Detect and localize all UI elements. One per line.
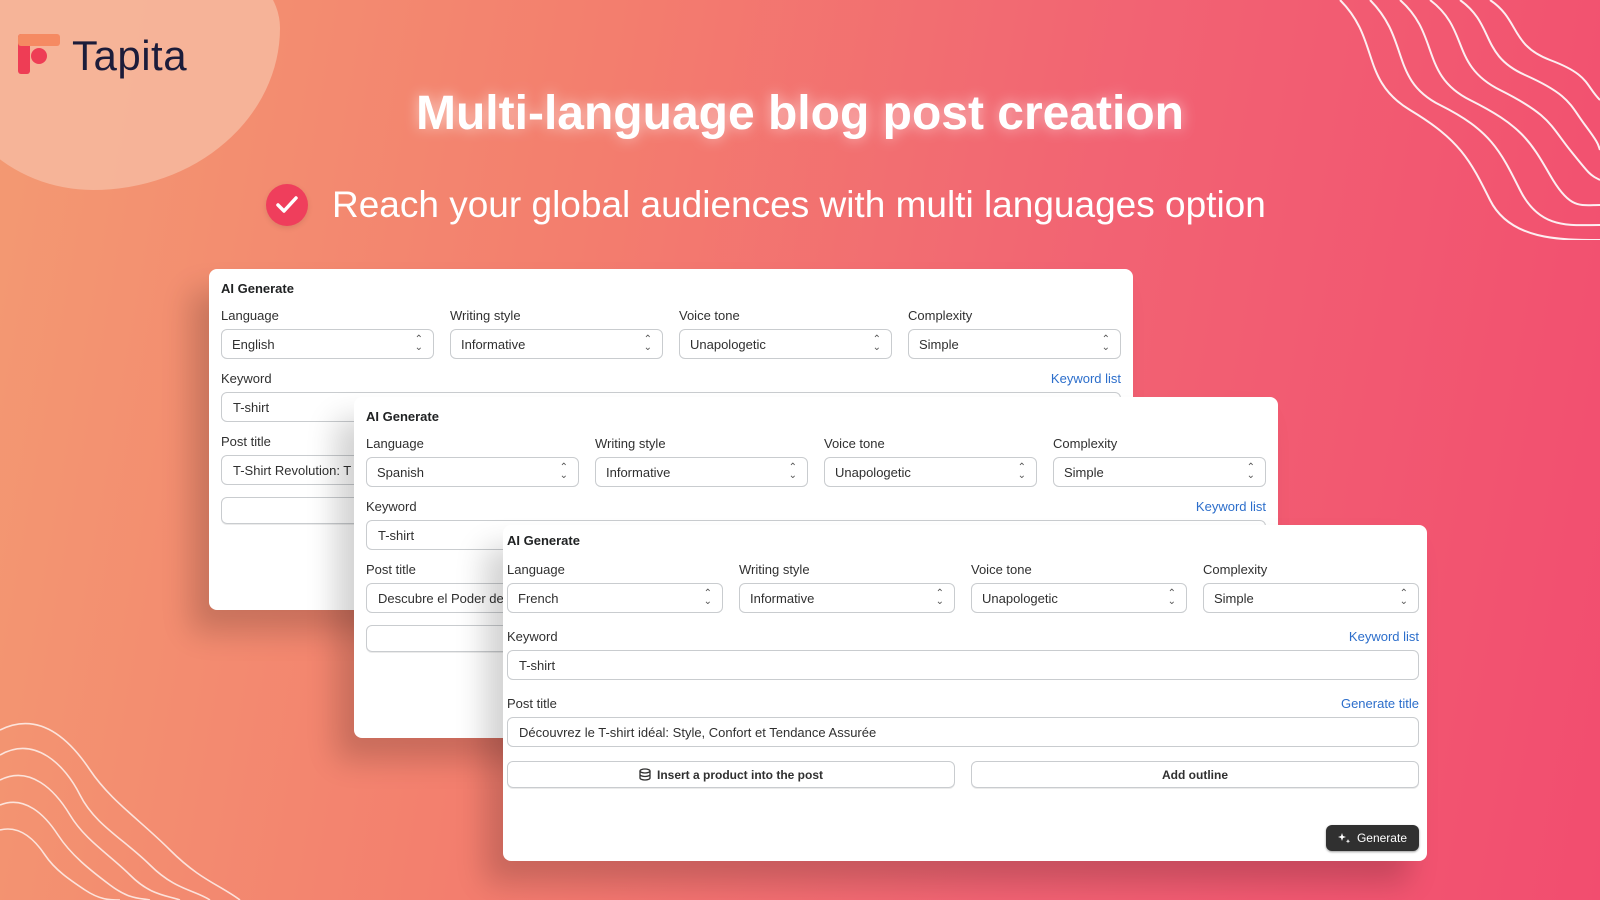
card-title: AI Generate [366,409,439,424]
brand-logo: Tapita [18,32,187,80]
chevron-updown-icon: ⌃ ⌄ [872,334,881,353]
voice-tone-select[interactable]: Unapologetic ⌃ ⌄ [824,457,1037,487]
feature-text: Reach your global audiences with multi l… [332,184,1266,225]
voice-tone-select[interactable]: Unapologetic ⌃ ⌄ [679,329,892,359]
tapita-logo-icon [18,34,60,74]
writing-style-label: Writing style [739,562,810,577]
writing-style-select[interactable]: Informative ⌃ ⌄ [595,457,808,487]
voice-tone-label: Voice tone [971,562,1032,577]
complexity-select[interactable]: Simple ⌃ ⌄ [908,329,1121,359]
language-label: Language [507,562,565,577]
language-label: Language [221,308,279,323]
chevron-updown-icon: ⌃ ⌄ [935,588,944,607]
generate-title-link[interactable]: Generate title [1341,696,1419,711]
chevron-updown-icon: ⌃ ⌄ [1101,334,1110,353]
language-select[interactable]: English ⌃ ⌄ [221,329,434,359]
card-title: AI Generate [221,281,294,296]
language-select[interactable]: French ⌃ ⌄ [507,583,723,613]
voice-tone-label: Voice tone [679,308,740,323]
chevron-updown-icon: ⌃ ⌄ [703,588,712,607]
complexity-select[interactable]: Simple ⌃ ⌄ [1203,583,1419,613]
voice-tone-select[interactable]: Unapologetic ⌃ ⌄ [971,583,1187,613]
database-icon [639,768,651,781]
keyword-list-link[interactable]: Keyword list [1196,499,1266,514]
generate-button[interactable]: Generate [1325,825,1419,851]
keyword-label-row: Keyword Keyword list [221,371,1121,386]
brand-name: Tapita [72,32,188,79]
keyword-list-link[interactable]: Keyword list [1349,629,1419,644]
add-outline-label: Add outline [1162,767,1228,782]
decorative-waves-bottom-left [0,722,241,900]
chevron-updown-icon: ⌃ ⌄ [788,462,797,481]
insert-product-button[interactable]: Insert a product into the post [507,761,955,788]
complexity-label: Complexity [1203,562,1268,577]
complexity-select[interactable]: Simple ⌃ ⌄ [1053,457,1266,487]
card-title: AI Generate [507,533,580,548]
add-outline-button[interactable]: Add outline [971,761,1419,788]
chevron-updown-icon: ⌃ ⌄ [1017,462,1026,481]
voice-tone-label: Voice tone [824,436,885,451]
generate-label: Generate [1356,831,1407,845]
page-headline: Multi-language blog post creation [416,87,1184,140]
complexity-label: Complexity [908,308,973,323]
checkmark-icon [266,184,308,226]
keyword-input[interactable]: T-shirt [507,650,1419,680]
sparkle-icon [1337,832,1351,843]
keyword-label-row: Keyword Keyword list [366,499,1266,514]
chevron-updown-icon: ⌃ ⌄ [559,462,568,481]
chevron-updown-icon: ⌃ ⌄ [1167,588,1176,607]
ai-generate-card-french: AI Generate Language French ⌃ ⌄ Writing st… [503,525,1427,861]
feature-line: Reach your global audiences with multi l… [266,184,1266,226]
writing-style-label: Writing style [595,436,666,451]
keyword-label-row: Keyword Keyword list [507,629,1419,644]
chevron-updown-icon: ⌃ ⌄ [414,334,423,353]
complexity-label: Complexity [1053,436,1118,451]
chevron-updown-icon: ⌃ ⌄ [643,334,652,353]
language-select[interactable]: Spanish ⌃ ⌄ [366,457,579,487]
chevron-updown-icon: ⌃ ⌄ [1246,462,1255,481]
insert-product-label: Insert a product into the post [656,767,823,782]
post-title-label-row: Post title Generate title [507,696,1419,711]
writing-style-select[interactable]: Informative ⌃ ⌄ [739,583,955,613]
language-label: Language [366,436,424,451]
keyword-list-link[interactable]: Keyword list [1051,371,1121,386]
writing-style-label: Writing style [450,308,521,323]
post-title-input[interactable]: Découvrez le T-shirt idéal: Style, Confo… [507,717,1419,747]
chevron-updown-icon: ⌃ ⌄ [1399,588,1408,607]
writing-style-select[interactable]: Informative ⌃ ⌄ [450,329,663,359]
